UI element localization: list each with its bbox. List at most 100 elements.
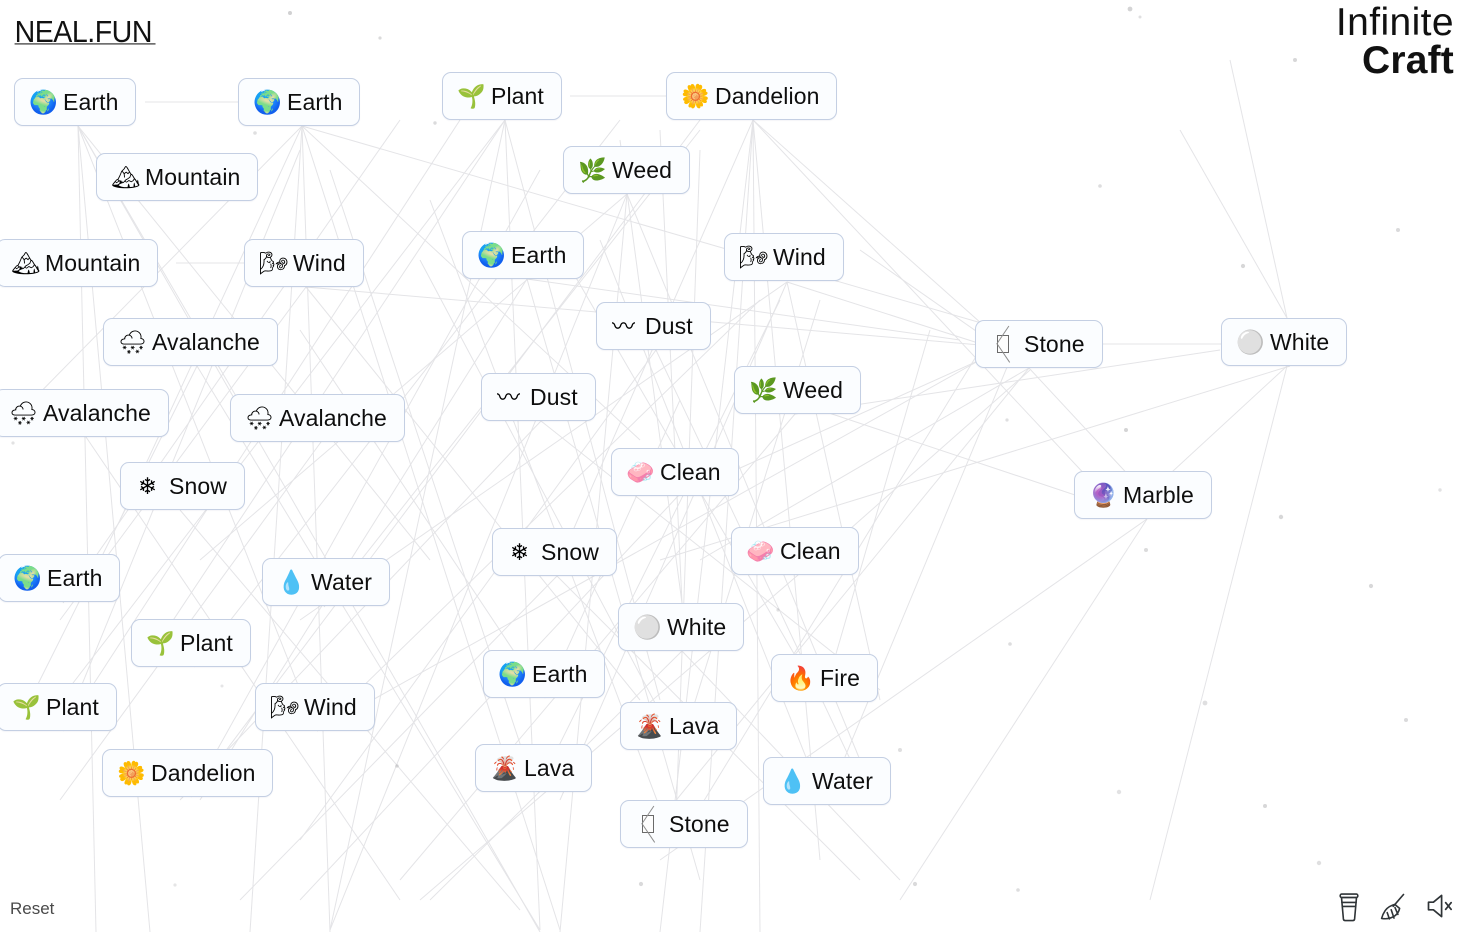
weed-icon: 🌿 (749, 376, 778, 403)
element-card-earth[interactable]: 🌍 Earth (462, 231, 585, 279)
element-card-marble[interactable]: 🔮 Marble (1074, 471, 1212, 519)
background-dot (288, 11, 292, 15)
element-card-dust[interactable]: 〰 Dust (481, 373, 596, 421)
background-dot (1127, 6, 1133, 12)
element-card-dandelion[interactable]: 🌼 Dandelion (102, 749, 274, 797)
background-dot (776, 608, 780, 612)
element-card-avalanche[interactable]: 🌨 Avalanche (0, 389, 169, 437)
element-card-dust[interactable]: 〰 Dust (596, 302, 711, 350)
background-dot (1263, 804, 1267, 808)
element-card-fire[interactable]: 🔥 Fire (771, 654, 879, 702)
element-card-mountain[interactable]: 🏔 Mountain (96, 153, 259, 201)
reset-button[interactable]: Reset (10, 899, 54, 919)
element-card-earth[interactable]: 🌍 Earth (238, 78, 361, 126)
element-card-wind[interactable]: 🌬 Wind (255, 683, 375, 731)
element-card-label: Dandelion (151, 759, 256, 786)
background-dot (1098, 184, 1102, 188)
plant-icon: 🌱 (12, 693, 41, 720)
infinite-craft-canvas[interactable]: NEAL.FUN Infinite Craft 🌍 Earth 🌍 Earth 🌱 Pla… (0, 0, 1468, 932)
speaker-muted-icon[interactable] (1424, 890, 1456, 922)
element-card-label: Wind (773, 243, 826, 270)
element-card-plant[interactable]: 🌱 Plant (131, 619, 251, 667)
background-dot (1278, 514, 1284, 520)
element-card-label: Water (311, 568, 372, 595)
coffee-cup-icon[interactable] (1336, 890, 1362, 922)
element-card-clean[interactable]: 🧼 Clean (611, 448, 739, 496)
element-card-label: Mountain (45, 249, 141, 276)
background-dot (1396, 228, 1400, 232)
element-card-label: Avalanche (279, 404, 387, 431)
element-card-mountain[interactable]: 🏔 Mountain (0, 239, 159, 287)
element-card-label: Plant (46, 693, 99, 720)
mountain-icon: 🏔 (11, 249, 41, 276)
element-card-label: Stone (669, 810, 730, 837)
element-card-earth[interactable]: 🌍 Earth (483, 650, 606, 698)
element-card-white[interactable]: ⚪ White (618, 603, 745, 651)
element-card-wind[interactable]: 🌬 Wind (244, 239, 364, 287)
element-card-label: Plant (180, 629, 233, 656)
element-card-avalanche[interactable]: 🌨 Avalanche (230, 394, 405, 442)
element-card-clean[interactable]: 🧼 Clean (731, 527, 859, 575)
background-dot (1138, 15, 1142, 19)
lava-icon: 🌋 (635, 712, 664, 739)
element-card-weed[interactable]: 🌿 Weed (734, 366, 862, 414)
element-card-lava[interactable]: 🌋 Lava (475, 744, 593, 792)
element-card-label: Earth (287, 88, 343, 115)
broom-icon[interactable] (1378, 890, 1408, 922)
element-card-label: Wind (293, 249, 346, 276)
marble-icon: 🔮 (1089, 481, 1118, 508)
element-card-wind[interactable]: 🌬 Wind (724, 233, 844, 281)
element-card-label: Water (812, 767, 873, 794)
bottom-toolbar[interactable] (1336, 890, 1456, 922)
element-card-lava[interactable]: 🌋 Lava (620, 702, 738, 750)
background-dot (1438, 488, 1442, 492)
background-dot (1202, 700, 1208, 706)
background-dot (1144, 548, 1148, 552)
background-dot (1316, 860, 1322, 866)
element-card-white[interactable]: ⚪ White (1221, 318, 1348, 366)
background-dot (1005, 418, 1009, 422)
element-card-plant[interactable]: 🌱 Plant (442, 72, 562, 120)
avalanche-icon: 🌨 (9, 399, 39, 426)
earth-icon: 🌍 (498, 660, 527, 687)
dandelion-icon: 🌼 (681, 82, 710, 109)
dandelion-icon: 🌼 (117, 759, 146, 786)
background-dot (1293, 58, 1297, 62)
element-card-water[interactable]: 💧 Water (763, 757, 891, 805)
neal-fun-logo[interactable]: NEAL.FUN (12, 10, 160, 50)
background-dot (1404, 718, 1408, 722)
background-dot (912, 881, 918, 887)
element-card-label: Wind (304, 693, 357, 720)
clean-icon: 🧼 (746, 537, 775, 564)
background-dot (1124, 428, 1128, 432)
wind-icon: 🌬 (270, 693, 300, 720)
element-card-snow[interactable]: ❄ Snow (492, 528, 617, 576)
element-card-earth[interactable]: 🌍 Earth (14, 78, 137, 126)
earth-icon: 🌍 (29, 88, 58, 115)
element-card-earth[interactable]: 🌍 Earth (0, 554, 121, 602)
element-card-stone[interactable]: Stone (975, 320, 1103, 368)
fire-icon: 🔥 (786, 664, 815, 691)
background-dot (1116, 789, 1122, 795)
element-card-plant[interactable]: 🌱 Plant (0, 683, 117, 731)
element-card-avalanche[interactable]: 🌨 Avalanche (103, 318, 278, 366)
element-card-weed[interactable]: 🌿 Weed (563, 146, 691, 194)
element-card-water[interactable]: 💧 Water (262, 558, 390, 606)
background-dot (11, 441, 15, 445)
element-card-label: Fire (820, 664, 861, 691)
element-card-label: Earth (532, 660, 588, 687)
background-dot (220, 684, 224, 688)
water-icon: 💧 (778, 767, 807, 794)
background-dot (253, 131, 257, 135)
mountain-icon: 🏔 (111, 163, 141, 190)
element-card-dandelion[interactable]: 🌼 Dandelion (666, 72, 838, 120)
game-title-line1: Infinite (1335, 1, 1454, 44)
weed-icon: 🌿 (578, 156, 607, 183)
element-card-snow[interactable]: ❄ Snow (120, 462, 245, 510)
element-card-label: Avalanche (43, 399, 151, 426)
element-card-label: Snow (169, 472, 227, 499)
earth-icon: 🌍 (13, 564, 42, 591)
element-card-stone[interactable]: Stone (620, 800, 748, 848)
background-dot (1016, 888, 1020, 892)
element-card-label: Clean (780, 537, 841, 564)
